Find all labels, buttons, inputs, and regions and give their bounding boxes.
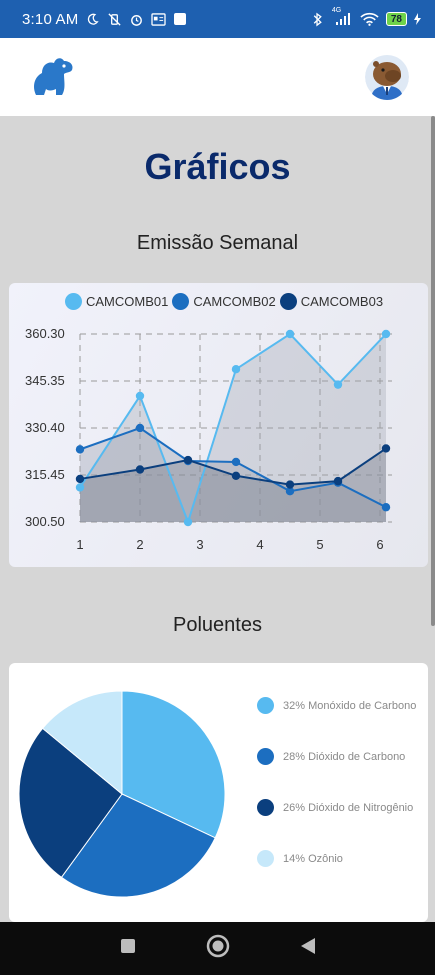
recents-button[interactable] [120, 938, 136, 959]
bluetooth-icon [310, 11, 326, 27]
y-tick-label: 300.50 [25, 514, 65, 529]
data-point [75, 483, 85, 492]
y-tick-label: 345.35 [25, 373, 65, 388]
legend-label: 32% Monóxido de Carbono [283, 699, 417, 712]
data-point [285, 480, 295, 489]
home-button[interactable] [206, 934, 230, 963]
data-point [231, 365, 241, 374]
data-point [135, 465, 145, 474]
status-bar: 3:10 AM 4G 78 [0, 0, 435, 38]
data-point [75, 445, 85, 454]
data-point [231, 471, 241, 480]
pie-chart-title: Poluentes [173, 614, 262, 636]
line-chart-title: Emissão Semanal [136, 232, 299, 254]
legend-swatch [257, 748, 274, 765]
pie-legend-item[interactable]: 28% Dióxido de Carbono [257, 748, 416, 765]
data-point [333, 476, 343, 486]
data-point [381, 329, 391, 339]
data-point [333, 380, 343, 389]
back-button[interactable] [300, 937, 316, 960]
pie-legend-item[interactable]: 26% Dióxido de Nitrogênio [257, 799, 416, 816]
data-point [381, 444, 391, 453]
data-point [285, 329, 295, 339]
capybara-avatar-icon[interactable] [365, 54, 409, 100]
pie-legend-item[interactable]: 32% Monóxido de Carbono [257, 697, 416, 714]
news-icon [150, 11, 166, 27]
data-point [183, 455, 193, 465]
moon-icon [84, 11, 100, 27]
pie-legend-item[interactable]: 14% Ozônio [257, 850, 416, 867]
alarm-icon [128, 11, 144, 27]
x-tick-label: 2 [136, 537, 143, 552]
x-tick-label: 3 [196, 537, 203, 552]
x-tick-label: 5 [316, 537, 323, 552]
legend-swatch [257, 850, 274, 867]
charging-icon [413, 11, 421, 27]
wifi-icon [360, 11, 380, 27]
legend-swatch [257, 697, 274, 714]
y-tick-label: 330.40 [25, 420, 65, 435]
line-chart: 300.50 315.45 330.40 345.35 360.30 1 2 3 4 5 6 [25, 326, 392, 552]
vibrate-off-icon [106, 11, 122, 27]
battery-indicator: 78 [385, 12, 407, 26]
page-title: Gráficos [144, 146, 291, 187]
legend-label: 26% Dióxido de Nitrogênio [283, 801, 414, 814]
legend-swatch [257, 799, 274, 816]
line-chart-card: CAMCOMB01 CAMCOMB02 CAMCOMB03 300.50 315.… [9, 283, 428, 567]
data-point [231, 457, 241, 467]
network-type-label: 4G [331, 7, 342, 14]
legend-label: 28% Dióxido de Carbono [283, 750, 406, 763]
x-tick-label: 6 [376, 537, 383, 552]
y-tick-label: 360.30 [25, 326, 65, 341]
square-notification-icon [172, 11, 188, 27]
capybara-logo-icon[interactable] [26, 51, 78, 103]
x-tick-label: 4 [256, 537, 263, 552]
y-tick-label: 315.45 [25, 467, 65, 482]
legend-label: 14% Ozônio [283, 852, 343, 865]
x-tick-label: 1 [76, 537, 83, 552]
scrollbar[interactable] [431, 116, 435, 626]
data-point [75, 474, 85, 484]
pie-chart-legend: 32% Monóxido de Carbono 28% Dióxido de C… [257, 697, 416, 901]
status-time: 3:10 AM [22, 10, 79, 28]
system-nav-bar [0, 922, 435, 975]
app-header [0, 38, 435, 116]
data-point [135, 391, 145, 401]
pie-chart-card: 32% Monóxido de Carbono 28% Dióxido de C… [9, 663, 428, 922]
pie-chart [18, 690, 226, 898]
data-point [183, 517, 193, 527]
data-point [381, 503, 391, 512]
signal-icon: 4G [332, 7, 354, 27]
data-point [135, 423, 145, 433]
